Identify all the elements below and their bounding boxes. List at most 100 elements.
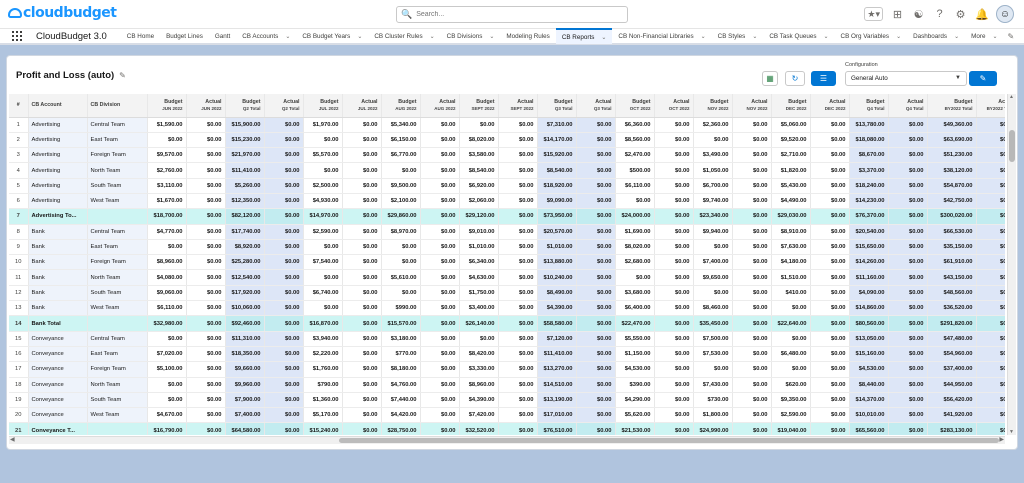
total-row[interactable]: 21 Conveyance T... $16,790.00 $0.00 $64,580.…	[9, 422, 1005, 435]
configuration-select[interactable]: General Auto ▼	[845, 71, 967, 86]
table-row[interactable]: 11 Bank North Team $4,080.00 $0.00 $12,540.00…	[9, 269, 1005, 286]
horizontal-scrollbar[interactable]: ◀ ▶	[9, 436, 1005, 444]
chevron-down-icon[interactable]: ⌄	[752, 33, 757, 40]
table-row[interactable]: 2 Advertising East Team $0.00 $0.00 $15,230.0…	[9, 132, 1005, 149]
total-row[interactable]: 7 Advertising To... $18,700.00 $0.00 $82,120…	[9, 208, 1005, 225]
table-row[interactable]: 5 Advertising South Team $3,110.00 $0.00 $5,2…	[9, 178, 1005, 194]
table-row[interactable]: 6 Advertising West Team $1,670.00 $0.00 $12,3…	[9, 193, 1005, 210]
table-row[interactable]: 18 Conveyance North Team $0.00 $0.00 $9,960.0…	[9, 377, 1005, 393]
scroll-down-icon[interactable]: ▼	[1009, 429, 1014, 435]
scroll-right-icon[interactable]: ▶	[999, 436, 1004, 443]
nav-item-cb-task-queues[interactable]: CB Task Queues ⌄	[763, 28, 834, 44]
col-header-budget-sept-2022[interactable]: Budget SEPT 2022	[459, 94, 499, 118]
table-row[interactable]: 20 Conveyance West Team $4,670.00 $0.00 $7,40…	[9, 407, 1005, 424]
scroll-up-icon[interactable]: ▲	[1009, 94, 1014, 100]
chevron-down-icon[interactable]: ⌄	[430, 33, 435, 40]
nav-item-dashboards[interactable]: Dashboards ⌄	[907, 28, 965, 44]
scroll-left-icon[interactable]: ◀	[10, 436, 15, 443]
col-header-actual-jul-2022[interactable]: Actual JUL 2022	[342, 94, 382, 118]
edit-configuration-button[interactable]: ✎	[969, 71, 997, 86]
cloudbudget-logo[interactable]: cloudbudget	[8, 4, 117, 22]
help-icon[interactable]: ?	[933, 8, 946, 20]
table-view-button[interactable]: ☰	[811, 71, 836, 86]
nav-item-budget-lines[interactable]: Budget Lines	[160, 28, 209, 44]
nav-item-cb-non-financial-libraries[interactable]: CB Non-Financial Libraries ⌄	[612, 28, 711, 44]
col-header-budget-q2-total[interactable]: Budget Q2 Total	[225, 94, 265, 118]
chevron-down-icon[interactable]: ⌄	[489, 33, 494, 40]
nav-item-cb-cluster-rules[interactable]: CB Cluster Rules ⌄	[368, 28, 440, 44]
chevron-down-icon[interactable]: ⌄	[701, 33, 706, 40]
total-row[interactable]: 14 Bank Total $32,980.00 $0.00 $92,460.00 $0.…	[9, 315, 1005, 332]
col-header-actual-q2-total[interactable]: Actual Q2 Total	[264, 94, 304, 118]
table-row[interactable]: 13 Bank West Team $6,110.00 $0.00 $10,060.00 $…	[9, 300, 1005, 317]
col-header-budget-jul-2022[interactable]: Budget JUL 2022	[303, 94, 343, 118]
nav-item-cb-budget-years[interactable]: CB Budget Years ⌄	[296, 28, 368, 44]
col-header-actual-dec-2022[interactable]: Actual DEC 2022	[810, 94, 850, 118]
avatar[interactable]: ☺	[996, 5, 1014, 23]
table-row[interactable]: 10 Bank Foreign Team $8,960.00 $0.00 $25,280.…	[9, 254, 1005, 271]
col-header-budget-nov-2022[interactable]: Budget NOV 2022	[693, 94, 733, 118]
col-header-budget-q3-total[interactable]: Budget Q3 Total	[537, 94, 577, 118]
pencil-icon[interactable]: ✎	[119, 71, 126, 80]
table-row[interactable]: 19 Conveyance South Team $0.00 $0.00 $7,900.0…	[9, 392, 1005, 409]
col-header-actual-q3-total[interactable]: Actual Q3 Total	[576, 94, 616, 118]
chevron-down-icon[interactable]: ⌄	[824, 33, 829, 40]
nav-item-cb-org-variables[interactable]: CB Org Variables ⌄	[835, 28, 908, 44]
col-header-budget-oct-2022[interactable]: Budget OCT 2022	[615, 94, 655, 118]
export-excel-button[interactable]: ▦	[762, 71, 778, 86]
col-header-budget-jun-2022[interactable]: Budget JUN 2022	[147, 94, 187, 118]
table-row[interactable]: 1 Advertising Central Team $1,590.00 $0.00 $1…	[9, 117, 1005, 133]
col-header-actual-aug-2022[interactable]: Actual AUG 2022	[420, 94, 460, 118]
col-header-actual-sept-2022[interactable]: Actual SEPT 2022	[498, 94, 538, 118]
table-row[interactable]: 4 Advertising North Team $2,760.00 $0.00 $11,…	[9, 162, 1005, 179]
refresh-button[interactable]: ↻	[785, 71, 805, 86]
table-row[interactable]: 9 Bank East Team $0.00 $0.00 $8,920.00 $0.00 $0…	[9, 239, 1005, 256]
table-row[interactable]: 17 Conveyance Foreign Team $5,100.00 $0.00 $9…	[9, 361, 1005, 378]
nav-item-modeling-rules[interactable]: Modeling Rules	[500, 28, 555, 44]
nav-item-cb-styles[interactable]: CB Styles ⌄	[712, 28, 764, 44]
col-header-budget-by2022-total[interactable]: Budget BY2022 Total	[927, 94, 977, 118]
nav-item-gantt[interactable]: Gantt	[209, 28, 236, 44]
col-header-budget-dec-2022[interactable]: Budget DEC 2022	[771, 94, 811, 118]
nav-item-cb-divisions[interactable]: CB Divisions ⌄	[441, 28, 501, 44]
col-header-budget-q4-total[interactable]: Budget Q4 Total	[849, 94, 889, 118]
col-header-actual-oct-2022[interactable]: Actual OCT 2022	[654, 94, 694, 118]
table-row[interactable]: 3 Advertising Foreign Team $9,570.00 $0.00 $2…	[9, 147, 1005, 164]
col-header-account[interactable]: CB Account	[28, 94, 88, 118]
chevron-down-icon[interactable]: ⌄	[285, 33, 290, 40]
vertical-scrollbar[interactable]: ▲ ▼	[1007, 94, 1016, 435]
global-search[interactable]: 🔍	[396, 6, 628, 23]
col-header-budget-aug-2022[interactable]: Budget AUG 2022	[381, 94, 421, 118]
nav-item-more[interactable]: More ⌄	[965, 28, 1003, 44]
vertical-scroll-thumb[interactable]	[1009, 130, 1015, 162]
table-row[interactable]: 12 Bank South Team $9,060.00 $0.00 $17,920.00…	[9, 285, 1005, 302]
col-header-actual-q4-total[interactable]: Actual Q4 Total	[888, 94, 928, 118]
col-header-actual-nov-2022[interactable]: Actual NOV 2022	[732, 94, 772, 118]
chevron-down-icon[interactable]: ⌄	[954, 33, 959, 40]
chevron-down-icon[interactable]: ⌄	[357, 33, 362, 40]
table-row[interactable]: 16 Conveyance East Team $7,020.00 $0.00 $18,3…	[9, 346, 1005, 363]
chevron-down-icon[interactable]: ⌄	[896, 33, 901, 40]
col-header-index[interactable]: #	[9, 94, 29, 118]
table-row[interactable]: 8 Bank Central Team $4,770.00 $0.00 $17,740.0…	[9, 224, 1005, 240]
trailhead-icon[interactable]: ☯	[912, 8, 925, 21]
col-header-actual-jun-2022[interactable]: Actual JUN 2022	[186, 94, 226, 118]
nav-item-cb-reports[interactable]: CB Reports ⌄	[555, 28, 613, 44]
chevron-down-icon[interactable]: ⌄	[992, 33, 997, 40]
nav-item-cb-home[interactable]: CB Home	[121, 28, 160, 44]
horizontal-scroll-thumb[interactable]	[339, 438, 999, 443]
app-launcher-icon[interactable]	[12, 31, 22, 41]
search-input[interactable]	[416, 11, 617, 18]
cell-value: $0.00	[654, 377, 694, 393]
add-icon[interactable]: ⊞	[891, 8, 904, 21]
setup-gear-icon[interactable]: ⚙	[954, 8, 967, 21]
notifications-bell-icon[interactable]: 🔔	[975, 8, 989, 21]
favorites-star-icon[interactable]: ★▾	[864, 7, 883, 21]
chevron-down-icon[interactable]: ⌄	[601, 34, 606, 41]
col-header-actual-by2022-total[interactable]: ActualBY2022 Total	[976, 94, 1005, 118]
nav-item-cb-accounts[interactable]: CB Accounts ⌄	[236, 28, 296, 44]
report-table-container[interactable]: # CB Account CB Division Budget JUN 2022 A…	[9, 94, 1005, 435]
table-row[interactable]: 15 Conveyance Central Team $0.00 $0.00 $11,31…	[9, 331, 1005, 347]
edit-nav-icon[interactable]: ✎	[1007, 32, 1014, 41]
col-header-division[interactable]: CB Division	[87, 94, 148, 118]
